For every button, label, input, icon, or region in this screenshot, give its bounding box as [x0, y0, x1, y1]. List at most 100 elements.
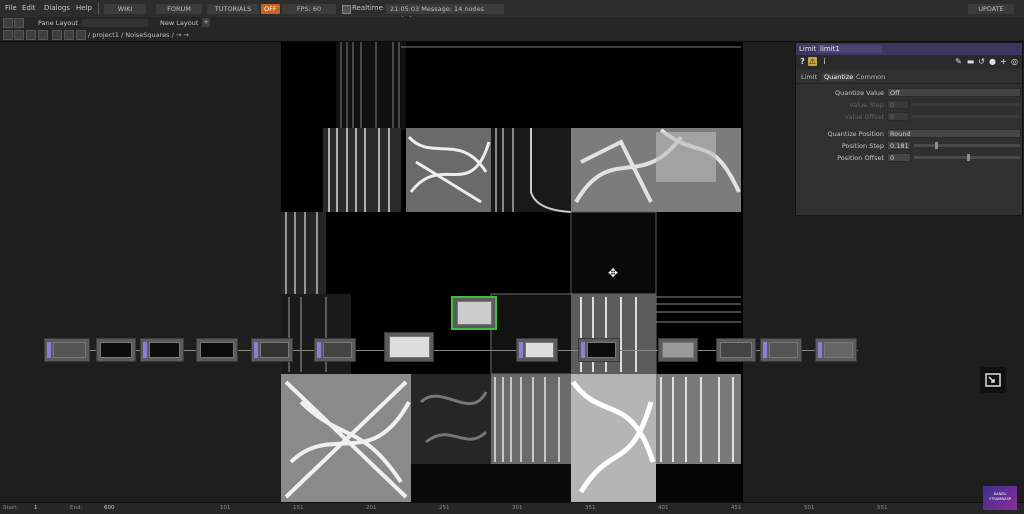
pane-layout-button[interactable]: Pane Layout	[38, 19, 78, 27]
operator-node[interactable]	[658, 338, 698, 362]
operator-node[interactable]	[96, 338, 136, 362]
param-label: Value Offset	[844, 113, 884, 121]
operator-node[interactable]	[384, 332, 434, 362]
bypass-icon[interactable]: ●	[988, 57, 997, 66]
new-layout-button[interactable]: New Layout	[160, 19, 198, 27]
timeline-tick: 451	[731, 505, 742, 511]
status-badge[interactable]: OFF	[261, 4, 280, 14]
value-step-field[interactable]: 0	[887, 100, 909, 109]
fps-readout: FPS: 60	[282, 4, 336, 14]
watermark-logo: DANIEL STRAMWASP	[983, 486, 1017, 510]
end-label: End:	[70, 505, 83, 511]
timeline-tick: 501	[804, 505, 815, 511]
timeline-tick: 101	[220, 505, 231, 511]
breadcrumb[interactable]: / project1 / NoiseSquares / → →	[88, 31, 189, 39]
path-bar: / project1 / NoiseSquares / → →	[0, 29, 1024, 42]
tab-quantize[interactable]: Quantize	[822, 73, 856, 81]
print-icon[interactable]	[14, 18, 24, 28]
operator-node[interactable]	[314, 338, 356, 362]
param-label: Value Step	[849, 101, 884, 109]
timeline-tick: 151	[293, 505, 304, 511]
panel-title-bar: Limit limit1	[796, 43, 1022, 55]
tab-common[interactable]: Common	[856, 73, 885, 81]
timeline-tick: 351	[585, 505, 596, 511]
add-icon[interactable]: +	[999, 57, 1008, 66]
selected-operator-node[interactable]	[451, 296, 497, 330]
pencil-icon[interactable]: ✎	[954, 57, 963, 66]
play-icon[interactable]	[52, 30, 62, 40]
operator-node[interactable]	[44, 338, 90, 362]
operator-type: Limit	[799, 45, 817, 53]
forum-button[interactable]: FORUM	[156, 4, 202, 14]
quantize-value-menu[interactable]: Off	[887, 88, 1021, 97]
help-icon[interactable]: ?	[798, 57, 807, 66]
position-offset-field[interactable]: 0	[887, 153, 911, 162]
operator-node[interactable]	[140, 338, 184, 362]
noise-montage-background	[281, 42, 743, 502]
menu-file[interactable]: File	[5, 4, 17, 12]
operator-node[interactable]	[516, 338, 558, 362]
menu-dialogs[interactable]: Dialogs	[44, 4, 70, 12]
value-offset-field[interactable]: 0	[887, 112, 909, 121]
timeline-tick: 201	[366, 505, 377, 511]
realtime-checkbox[interactable]	[342, 5, 351, 14]
comment-icon[interactable]: ▬	[966, 57, 975, 66]
position-step-slider[interactable]	[914, 144, 1020, 147]
window-icon[interactable]	[3, 18, 13, 28]
operator-node[interactable]	[251, 338, 293, 362]
parameter-panel: Limit limit1 ? ⚠ i ✎ ▬ ↺ ● + ◎ Limit Qua…	[795, 42, 1023, 216]
stop-icon[interactable]	[14, 30, 24, 40]
divider	[98, 3, 99, 15]
top-menu-bar: File Edit Dialogs Help WIKI FORUM TUTORI…	[0, 0, 1024, 23]
layout-slots[interactable]	[82, 19, 148, 27]
add-layout-button[interactable]: +	[202, 18, 210, 27]
tab-limit[interactable]: Limit	[801, 73, 817, 81]
panel-icon-row: ? ⚠ i ✎ ▬ ↺ ● + ◎	[796, 55, 1022, 69]
pip-icon	[985, 373, 1001, 387]
settings-icon[interactable]: ◎	[1010, 57, 1019, 66]
watermark-line: STRAMWASP	[988, 497, 1012, 501]
timeline-bar[interactable]: Start: 1 End: 600 101 151 201 251 301 35…	[0, 502, 1024, 514]
op-info-icon[interactable]: ⚠	[808, 57, 817, 66]
timeline-tick: 301	[512, 505, 523, 511]
list-icon[interactable]	[26, 30, 36, 40]
operator-node[interactable]	[578, 338, 620, 362]
start-field[interactable]: 1	[34, 505, 38, 511]
operator-node[interactable]	[196, 338, 238, 362]
noise-montage-graphic	[281, 42, 743, 502]
operator-node[interactable]	[716, 338, 756, 362]
timeline-tick: 251	[439, 505, 450, 511]
panel-icon[interactable]	[38, 30, 48, 40]
operator-node[interactable]	[760, 338, 802, 362]
realtime-label: Realtime	[352, 4, 383, 12]
value-step-slider[interactable]	[912, 103, 1020, 106]
reset-icon[interactable]: ↺	[977, 57, 986, 66]
position-step-field[interactable]: 0.181	[887, 141, 911, 150]
message-readout: 21:05:03 Message: 14 nodes copied	[386, 4, 504, 23]
menu-edit[interactable]: Edit	[22, 4, 36, 12]
panel-tabs: Limit Quantize Common	[796, 72, 1022, 84]
home-icon[interactable]	[76, 30, 86, 40]
operator-name-field[interactable]: limit1	[818, 45, 882, 53]
timeline-tick: 401	[658, 505, 669, 511]
operator-node[interactable]	[815, 338, 857, 362]
tutorials-button[interactable]: TUTORIALS	[207, 4, 259, 14]
record-icon[interactable]	[64, 30, 74, 40]
slider-handle[interactable]	[935, 142, 938, 149]
start-label: Start:	[3, 505, 19, 511]
param-label: Quantize Position	[827, 130, 884, 138]
quantize-position-menu[interactable]: Round	[887, 129, 1021, 138]
end-field[interactable]: 600	[104, 505, 115, 511]
back-icon[interactable]	[3, 30, 13, 40]
move-cursor-icon: ✥	[607, 266, 619, 280]
picture-in-picture-button[interactable]	[980, 367, 1006, 393]
info-icon[interactable]: i	[820, 57, 829, 66]
value-offset-slider[interactable]	[912, 115, 1020, 118]
slider-handle[interactable]	[967, 154, 970, 161]
update-button[interactable]: UPDATE	[968, 4, 1014, 14]
timeline-tick: 551	[877, 505, 888, 511]
menu-help[interactable]: Help	[76, 4, 92, 12]
param-label: Position Step	[841, 142, 884, 150]
param-label: Position Offset	[837, 154, 884, 162]
wiki-button[interactable]: WIKI	[104, 4, 146, 14]
